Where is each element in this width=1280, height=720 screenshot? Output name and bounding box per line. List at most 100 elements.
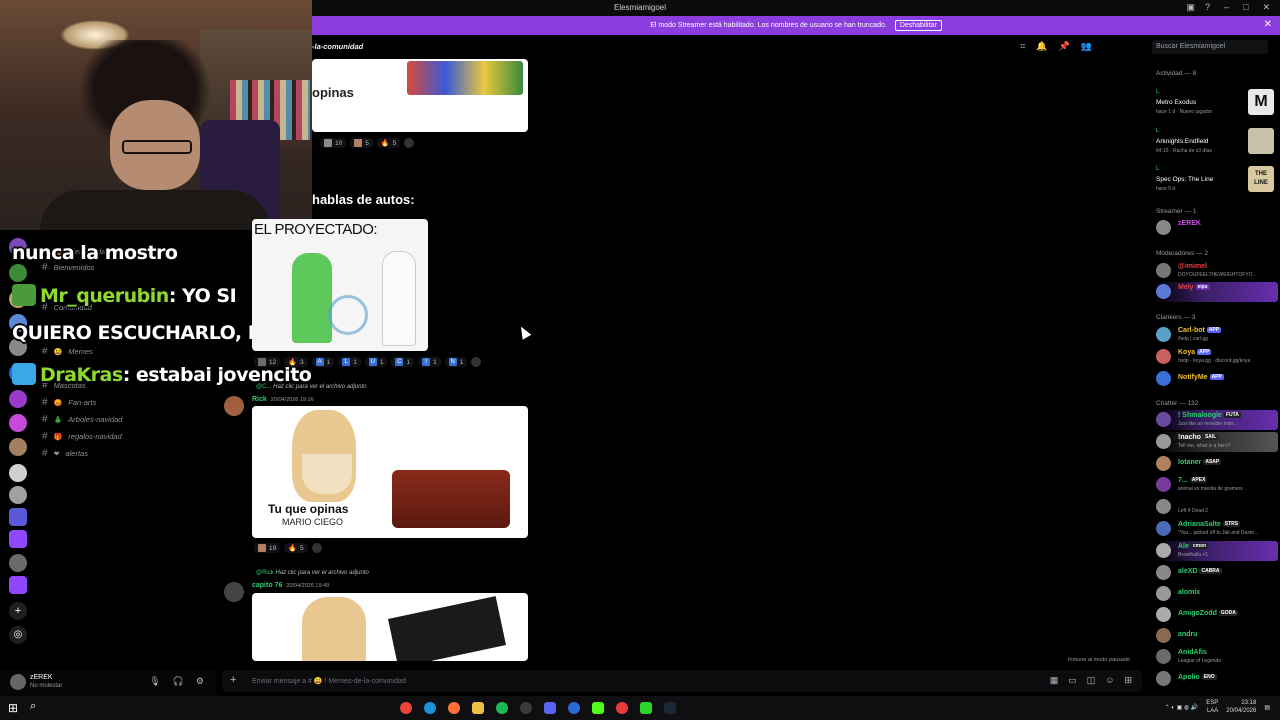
kick-icon[interactable] (592, 702, 604, 714)
discord-icon[interactable] (544, 702, 556, 714)
notifications-icon[interactable]: ▤ (1264, 704, 1270, 711)
channel-item[interactable]: # 🎄 Arboles-navidad (42, 414, 122, 425)
composer-placeholder[interactable]: Enviar mensaje a # 😄 ! Memes-de-la-comun… (252, 677, 406, 685)
activity-card[interactable]: L Spec Ops: The Line hace 5 d THE LINE (1154, 164, 1274, 198)
member-row[interactable]: AmigoZodd GODA (1154, 605, 1278, 625)
discover-icon[interactable]: ◎ (9, 626, 27, 644)
add-reaction-icon[interactable] (404, 138, 415, 148)
avatar[interactable] (224, 396, 244, 416)
clock[interactable]: 23:18 20/04/2026 (1226, 699, 1256, 715)
tray-icons[interactable]: ⌃ ◐ ▣ ◍ 🔊 (1165, 704, 1199, 711)
close-banner-icon[interactable]: ✕ (1264, 19, 1272, 30)
reaction[interactable]: U1 (364, 357, 388, 367)
threads-icon[interactable]: ⌗ (1020, 41, 1025, 52)
member-row[interactable]: Left 4 Dead 2 (1154, 497, 1278, 517)
settings-gear-icon[interactable]: ⚙ (196, 676, 204, 687)
twitch-server-icon[interactable] (9, 576, 27, 594)
server-icon[interactable] (9, 486, 27, 504)
message-author[interactable]: Rick 20/04/2026 19:16 (252, 396, 314, 403)
member-row[interactable]: AdrianaSalte STRS "You... jacked off to Ja… (1154, 519, 1278, 539)
twitch-server-icon[interactable] (9, 530, 27, 548)
headphones-icon[interactable]: 🎧 (173, 676, 184, 687)
member-row[interactable]: NotifyMe APP (1154, 369, 1278, 389)
member-row[interactable]: zEREK (1154, 218, 1278, 238)
reaction[interactable]: 5 (350, 138, 373, 148)
reply-preview[interactable]: @C... Haz clic para ver el archivo adjun… (256, 384, 367, 390)
add-attachment-icon[interactable]: + (230, 674, 236, 686)
chrome-icon[interactable] (400, 702, 412, 714)
channel-item[interactable]: # ❤ alertas (42, 448, 88, 459)
message-image[interactable]: EL PROYECTADO: (252, 219, 428, 351)
server-icon[interactable] (9, 554, 27, 572)
edge-icon[interactable] (424, 702, 436, 714)
server-icon[interactable] (9, 264, 27, 282)
reaction[interactable]: L1 (338, 357, 361, 367)
reply-preview[interactable]: @Rick Haz clic para ver el archivo adjun… (256, 570, 369, 576)
reaction[interactable]: 19 (254, 543, 281, 553)
browser-icon[interactable] (568, 702, 580, 714)
member-row[interactable]: alomix (1154, 584, 1278, 604)
reaction[interactable]: I1 (418, 357, 441, 367)
minimize-icon[interactable]: – (1224, 2, 1229, 13)
member-row[interactable]: 7... APEX animal es mierda de grumers (1154, 475, 1278, 495)
channel-item[interactable]: # 😡 Fan-arts (42, 397, 96, 408)
bell-icon[interactable]: 🔔 (1036, 41, 1047, 52)
pin-icon[interactable]: 📌 (1059, 41, 1070, 52)
app-icon[interactable] (640, 702, 652, 714)
member-row[interactable]: lotaner ASAP (1154, 454, 1278, 474)
member-row[interactable]: AnidAfis League of Legends (1154, 647, 1278, 667)
maximize-icon[interactable]: □ (1243, 2, 1248, 13)
steam-icon[interactable] (664, 702, 676, 714)
disable-streamer-button[interactable]: Deshabilitar (894, 20, 942, 31)
reaction[interactable]: N1 (444, 357, 468, 367)
reaction[interactable]: 🔥 5 (284, 543, 308, 553)
search-icon[interactable]: ⌕ (30, 700, 36, 713)
reaction[interactable]: 🔥 5 (376, 138, 401, 148)
message-author[interactable]: capito 76 20/04/2026 19:48 (252, 582, 329, 589)
message-image[interactable] (252, 593, 528, 661)
add-server-icon[interactable]: + (9, 602, 27, 620)
reaction[interactable]: A1 (311, 357, 335, 367)
member-row[interactable]: aleXD CABRA (1154, 563, 1278, 583)
reaction[interactable]: 🔥 3 (284, 357, 308, 367)
inbox-icon[interactable]: ▣ (1186, 2, 1195, 13)
reaction[interactable]: 10 (320, 138, 347, 148)
server-icon[interactable] (9, 464, 27, 482)
server-icon[interactable] (9, 390, 27, 408)
folder-icon[interactable] (472, 702, 484, 714)
channel-item[interactable]: # 😃 Memes (42, 346, 93, 357)
member-row[interactable]: @imimel DOYOUFEELTHEWEIGHTOFYO... (1154, 261, 1278, 281)
channel-item[interactable]: # 🎁 regalos-navidad (42, 431, 122, 442)
gift-icon[interactable]: ▦ (1050, 675, 1059, 686)
member-row[interactable]: !nacho SAIL Tell me, what is a hero? (1154, 432, 1278, 452)
reaction[interactable]: 12 (254, 357, 281, 367)
search-input[interactable]: Buscar Elesmiamigoel (1152, 40, 1268, 54)
members-icon[interactable]: 👥 (1081, 41, 1092, 52)
help-icon[interactable]: ? (1205, 2, 1210, 13)
member-row[interactable]: Ale cmon Brawlhalla +1 (1154, 541, 1278, 561)
server-icon[interactable] (9, 438, 27, 456)
apps-icon[interactable]: ⊞ (1124, 675, 1132, 686)
firefox-icon[interactable] (448, 702, 460, 714)
server-icon[interactable] (9, 508, 27, 526)
activity-card[interactable]: L Metro Exodus hace 1 d · Nuevo jugador … (1154, 87, 1274, 121)
message-composer[interactable]: + Enviar mensaje a # 😄 ! Memes-de-la-com… (222, 670, 1142, 692)
gif-icon[interactable]: ▭ (1068, 675, 1077, 686)
emoji-icon[interactable]: ☺ (1105, 675, 1114, 686)
server-icon[interactable] (9, 414, 27, 432)
avatar[interactable] (10, 674, 26, 690)
language-indicator[interactable]: ESP LAA (1206, 699, 1218, 715)
member-row[interactable]: Koya APP/setp · koya.gg · discord.gg/koya (1154, 347, 1278, 367)
microphone-icon[interactable]: 🎙 (149, 676, 160, 687)
app-icon[interactable] (520, 702, 532, 714)
member-row[interactable]: Mely eips (1154, 282, 1278, 302)
member-row[interactable]: Apolio ENO (1154, 669, 1278, 689)
member-row[interactable]: ! Shmaloogle FUTA Just like an invisible m… (1154, 410, 1278, 430)
add-reaction-icon[interactable] (471, 357, 482, 367)
member-row[interactable]: andru (1154, 626, 1278, 646)
add-reaction-icon[interactable] (311, 543, 322, 553)
reaction[interactable]: C1 (391, 357, 415, 367)
message-image[interactable]: opinas (312, 59, 528, 132)
spotify-icon[interactable] (496, 702, 508, 714)
windows-start-icon[interactable]: ⊞ (8, 701, 18, 715)
